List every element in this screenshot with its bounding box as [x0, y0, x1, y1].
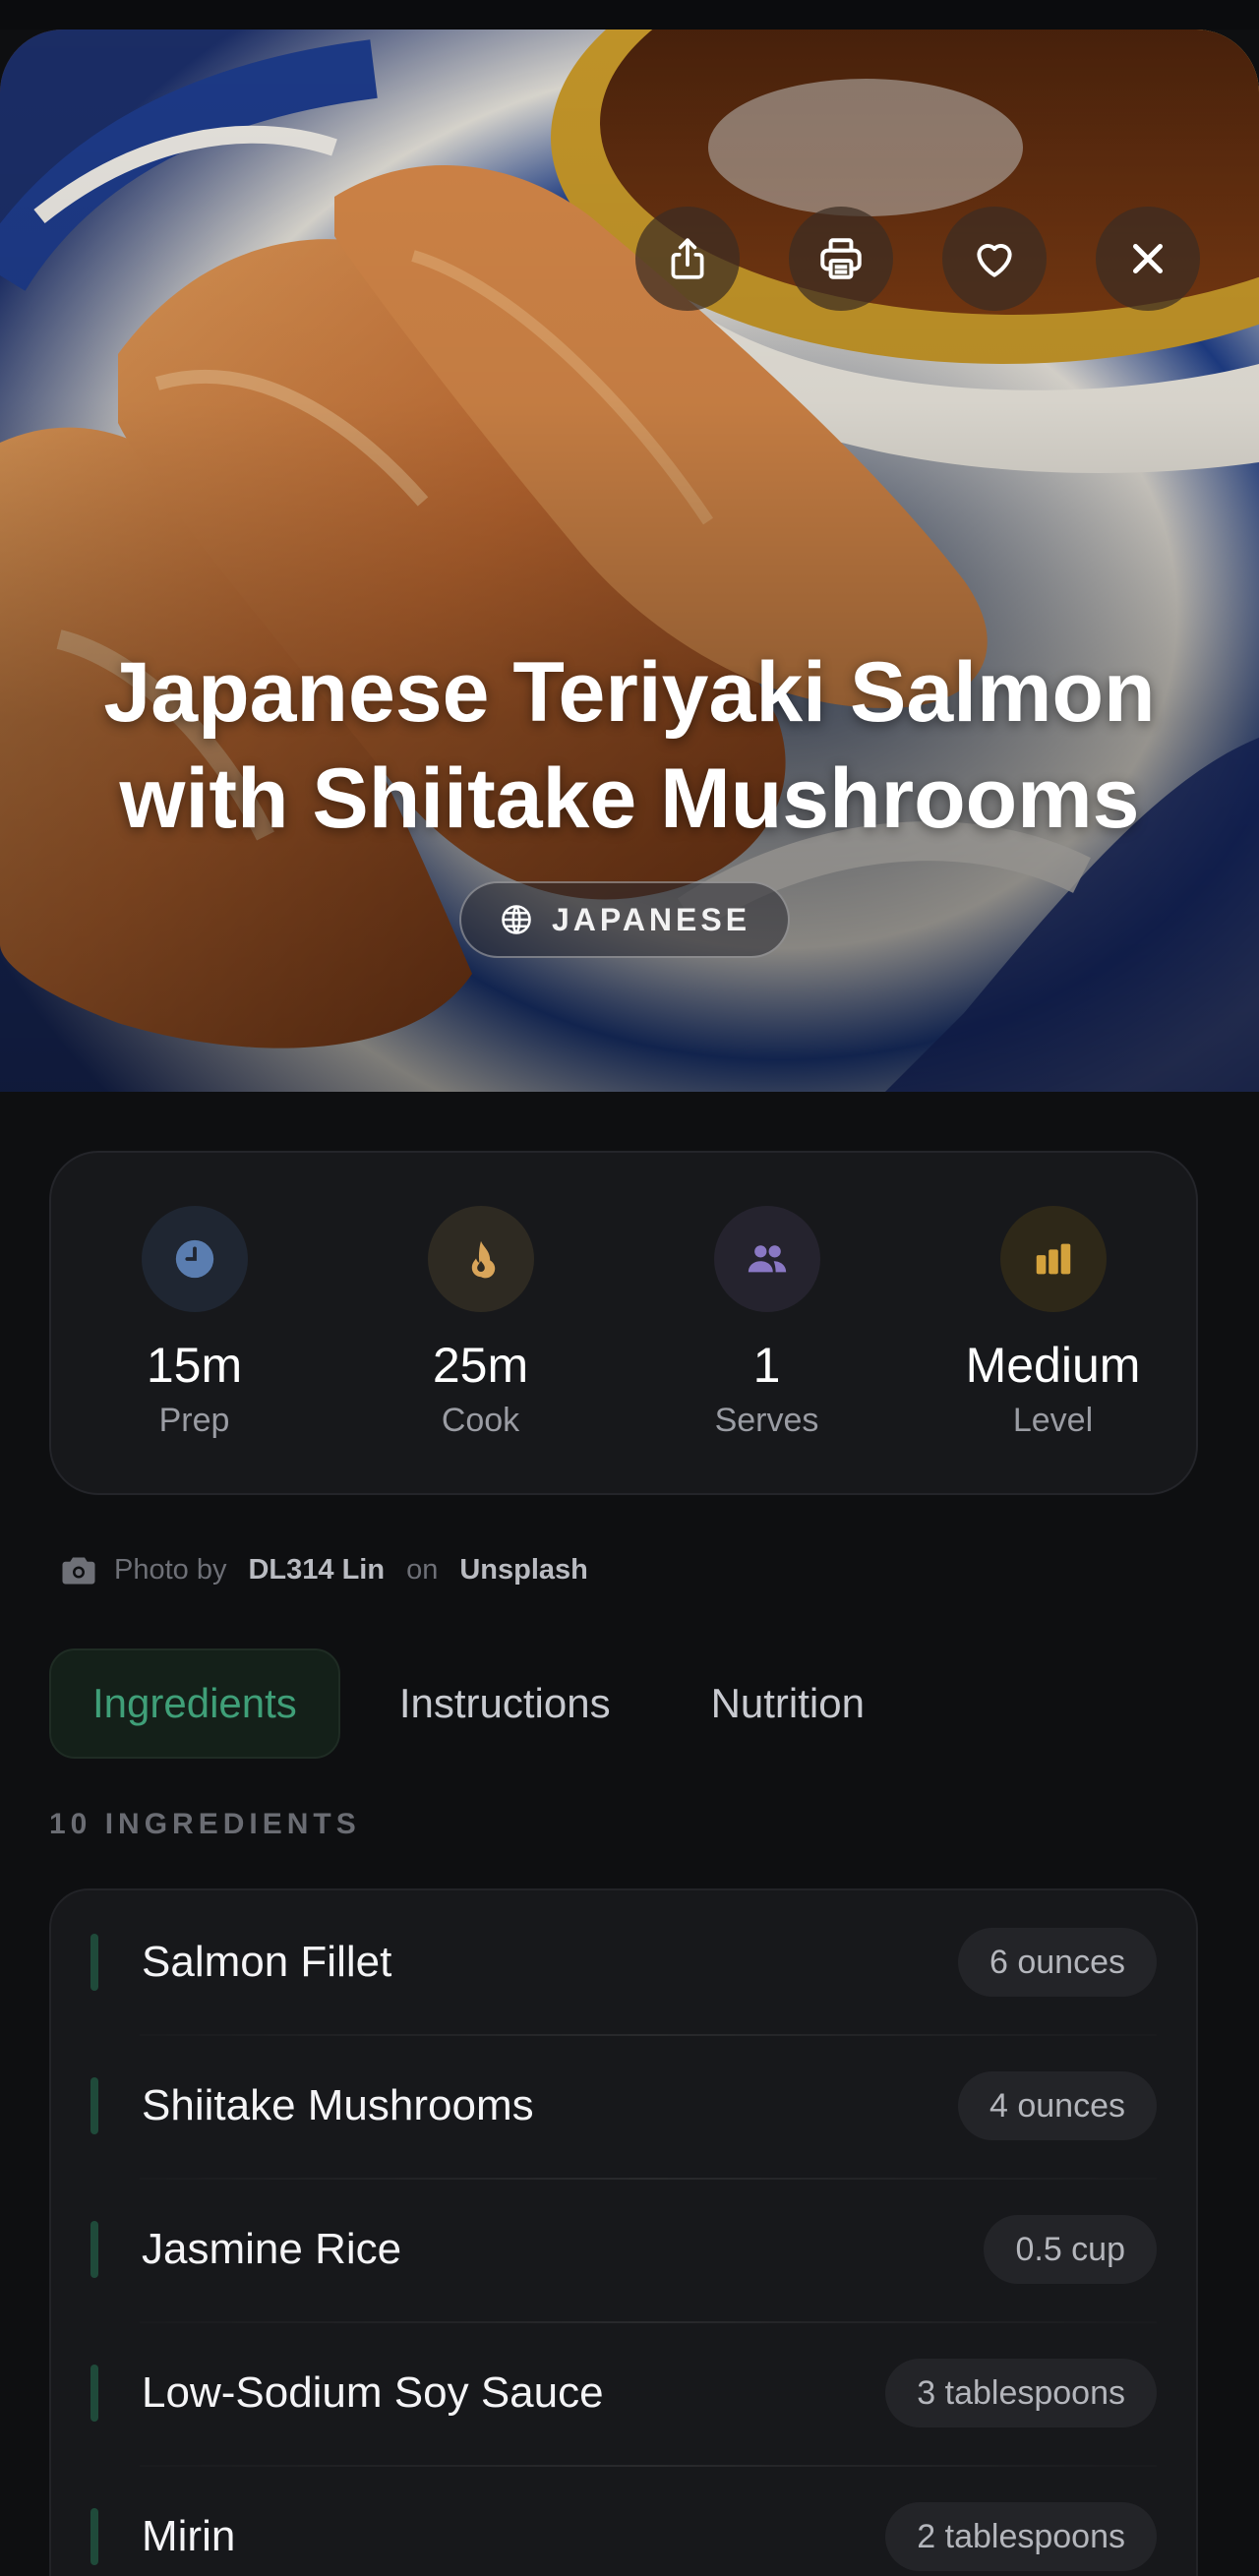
- photo-credit: Photo by DL314 Lin on Unsplash: [61, 1554, 596, 1587]
- recipe-tabs: Ingredients Instructions Nutrition: [49, 1648, 906, 1759]
- stat-level-value: Medium: [965, 1338, 1141, 1393]
- recipe-title: Japanese Teriyaki Salmon with Shiitake M…: [39, 639, 1220, 852]
- stat-serves-icon-circle: [713, 1206, 820, 1312]
- stat-prep-value: 15m: [146, 1338, 243, 1393]
- clock-icon: [175, 1239, 213, 1279]
- stat-cook-icon-circle: [427, 1206, 534, 1312]
- ingredients-count: 10 INGREDIENTS: [49, 1808, 361, 1840]
- ingredient-name: Low-Sodium Soy Sauce: [142, 2368, 604, 2417]
- print-icon: [820, 238, 862, 279]
- stat-level: Medium Level: [910, 1153, 1196, 1493]
- people-icon: [748, 1245, 786, 1273]
- favorite-button[interactable]: [942, 207, 1047, 311]
- stat-cook-label: Cook: [441, 1402, 520, 1439]
- bar-chart-icon: [1036, 1243, 1070, 1275]
- tab-ingredients[interactable]: Ingredients: [49, 1648, 340, 1759]
- heart-icon: [977, 244, 1012, 277]
- stat-level-icon-circle: [999, 1206, 1107, 1312]
- recipe-screen: Japanese Teriyaki Salmon with Shiitake M…: [0, 0, 1259, 2576]
- ingredient-quantity: 4 ounces: [958, 2071, 1157, 2140]
- hero-actions: [635, 207, 1200, 311]
- ingredient-name: Jasmine Rice: [142, 2225, 402, 2273]
- ingredients-list: Salmon Fillet 6 ounces Shiitake Mushroom…: [49, 1888, 1198, 2576]
- ingredient-quantity: 2 tablespoons: [885, 2502, 1157, 2571]
- credit-source-link[interactable]: Unsplash: [459, 1554, 588, 1587]
- ingredient-quantity: 3 tablespoons: [885, 2359, 1157, 2427]
- ingredient-name: Shiitake Mushrooms: [142, 2081, 534, 2129]
- cuisine-label: JAPANESE: [551, 901, 751, 937]
- close-button[interactable]: [1096, 207, 1200, 311]
- status-bar-area: [0, 0, 1259, 30]
- credit-prefix: Photo by: [114, 1554, 227, 1586]
- tab-instructions[interactable]: Instructions: [358, 1648, 652, 1759]
- stat-cook: 25m Cook: [337, 1153, 624, 1493]
- ingredient-marker: [90, 2077, 98, 2134]
- hero-image: Japanese Teriyaki Salmon with Shiitake M…: [0, 30, 1259, 1092]
- list-item: Low-Sodium Soy Sauce 3 tablespoons: [51, 2321, 1196, 2465]
- list-item: Salmon Fillet 6 ounces: [51, 1890, 1196, 2034]
- stat-level-label: Level: [1012, 1402, 1094, 1439]
- stat-serves: 1 Serves: [624, 1153, 910, 1493]
- list-item: Jasmine Rice 0.5 cup: [51, 2178, 1196, 2321]
- ingredient-name: Salmon Fillet: [142, 1938, 392, 1986]
- ingredient-marker: [90, 1934, 98, 1991]
- ingredient-quantity: 6 ounces: [958, 1928, 1157, 1997]
- ingredient-quantity: 0.5 cup: [984, 2215, 1157, 2284]
- stat-prep: 15m Prep: [51, 1153, 337, 1493]
- globe-icon: [502, 905, 531, 934]
- recipe-stats: 15m Prep 25m Cook 1 Serves Medium Level: [49, 1151, 1198, 1495]
- list-item: Shiitake Mushrooms 4 ounces: [51, 2034, 1196, 2178]
- print-button[interactable]: [789, 207, 893, 311]
- ingredient-marker: [90, 2365, 98, 2422]
- stat-prep-label: Prep: [158, 1402, 230, 1439]
- stat-cook-value: 25m: [432, 1338, 529, 1393]
- recipe-title-line-1: Japanese Teriyaki Salmon: [103, 645, 1156, 740]
- credit-author-link[interactable]: DL314 Lin: [248, 1554, 385, 1587]
- close-icon: [1133, 244, 1163, 273]
- camera-icon: [62, 1557, 95, 1584]
- flame-icon: [471, 1240, 495, 1279]
- ingredient-marker: [90, 2221, 98, 2278]
- tab-nutrition[interactable]: Nutrition: [670, 1648, 906, 1759]
- list-item: Mirin 2 tablespoons: [51, 2465, 1196, 2576]
- stat-serves-label: Serves: [714, 1402, 819, 1439]
- credit-on: on: [406, 1554, 439, 1586]
- ingredient-name: Mirin: [142, 2512, 236, 2560]
- ingredient-marker: [90, 2508, 98, 2565]
- stat-serves-value: 1: [752, 1338, 781, 1393]
- share-button[interactable]: [635, 207, 740, 311]
- stat-prep-icon-circle: [141, 1206, 248, 1312]
- recipe-title-line-2: with Shiitake Mushrooms: [119, 751, 1140, 846]
- share-icon: [671, 238, 704, 279]
- cuisine-badge: JAPANESE: [459, 881, 790, 958]
